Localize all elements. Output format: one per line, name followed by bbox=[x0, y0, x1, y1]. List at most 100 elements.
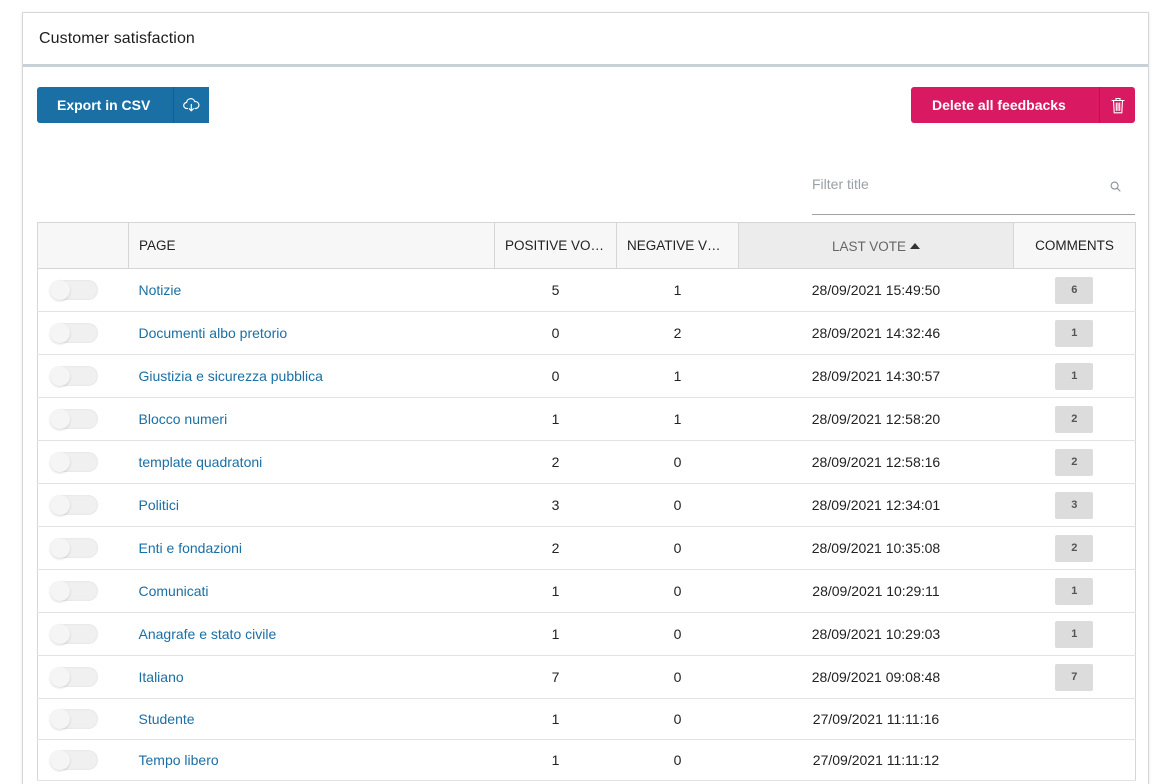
page-title: Customer satisfaction bbox=[39, 29, 195, 47]
page-link[interactable]: Studente bbox=[139, 711, 195, 727]
last-vote-cell: 27/09/2021 11:11:16 bbox=[738, 698, 1014, 740]
page-link[interactable]: Documenti albo pretorio bbox=[139, 325, 288, 341]
toggle-cell bbox=[37, 354, 129, 398]
comments-count-badge[interactable]: 7 bbox=[1055, 663, 1094, 691]
last-vote-cell: 28/09/2021 09:08:48 bbox=[738, 655, 1014, 699]
last-vote-cell: 28/09/2021 10:35:08 bbox=[738, 526, 1014, 570]
visibility-toggle[interactable] bbox=[50, 409, 99, 429]
negative-votes-cell: 1 bbox=[616, 268, 739, 312]
page-link[interactable]: Blocco numeri bbox=[139, 411, 228, 427]
comments-count-badge[interactable]: 1 bbox=[1055, 362, 1094, 390]
negative-votes-cell: 0 bbox=[616, 526, 739, 570]
toggle-knob bbox=[50, 538, 71, 558]
table-row: Enti e fondazioni 2 0 28/09/2021 10:35:08 2 bbox=[37, 526, 1136, 570]
last-vote-header-label: LAST VOTE bbox=[831, 239, 907, 254]
export-csv-button[interactable]: Export in CSV bbox=[37, 87, 209, 123]
negative-votes-cell: 1 bbox=[616, 354, 739, 398]
comments-count-badge[interactable]: 2 bbox=[1055, 534, 1094, 562]
search-icon bbox=[1110, 179, 1121, 197]
visibility-toggle[interactable] bbox=[50, 366, 99, 386]
column-header-negative-votes[interactable]: NEGATIVE VO... bbox=[616, 222, 739, 269]
visibility-toggle[interactable] bbox=[50, 452, 99, 472]
comments-cell: 2 bbox=[1013, 526, 1136, 570]
page-cell: Tempo libero bbox=[128, 739, 495, 781]
page-cell: Comunicati bbox=[128, 569, 495, 613]
comments-cell: 1 bbox=[1013, 612, 1136, 656]
comments-cell: 6 bbox=[1013, 268, 1136, 312]
toggle-knob bbox=[50, 709, 71, 729]
trash-icon bbox=[1099, 87, 1135, 123]
filter-title-input[interactable] bbox=[812, 175, 1102, 208]
visibility-toggle[interactable] bbox=[50, 624, 99, 644]
table-row: Blocco numeri 1 1 28/09/2021 12:58:20 2 bbox=[37, 397, 1136, 441]
comments-count-badge[interactable]: 1 bbox=[1055, 319, 1094, 347]
page-link[interactable]: Politici bbox=[139, 497, 179, 513]
page-cell: Anagrafe e stato civile bbox=[128, 612, 495, 656]
feedback-table: PAGE POSITIVE VOT... NEGATIVE VO... LAST… bbox=[37, 222, 1136, 781]
page-link[interactable]: Anagrafe e stato civile bbox=[139, 626, 277, 642]
toggle-cell bbox=[37, 268, 129, 312]
visibility-toggle[interactable] bbox=[50, 667, 99, 687]
page-link[interactable]: Enti e fondazioni bbox=[139, 540, 243, 556]
page-cell: Studente bbox=[128, 698, 495, 740]
negative-votes-cell: 0 bbox=[616, 440, 739, 484]
visibility-toggle[interactable] bbox=[50, 581, 99, 601]
page-link[interactable]: Italiano bbox=[139, 669, 184, 685]
page-link[interactable]: Tempo libero bbox=[139, 752, 219, 768]
column-header-page[interactable]: PAGE bbox=[128, 222, 495, 269]
toggle-cell bbox=[37, 311, 129, 355]
column-header-last-vote[interactable]: LAST VOTE bbox=[738, 222, 1014, 269]
visibility-toggle[interactable] bbox=[50, 709, 99, 729]
comments-cell: 1 bbox=[1013, 569, 1136, 613]
comments-cell: 1 bbox=[1013, 354, 1136, 398]
page-link[interactable]: Giustizia e sicurezza pubblica bbox=[139, 368, 323, 384]
table-row: Studente 1 0 27/09/2021 11:11:16 bbox=[37, 698, 1136, 740]
last-vote-cell: 28/09/2021 12:34:01 bbox=[738, 483, 1014, 527]
panel-header: Customer satisfaction bbox=[23, 13, 1148, 67]
visibility-toggle[interactable] bbox=[50, 750, 99, 770]
comments-cell: 2 bbox=[1013, 440, 1136, 484]
delete-all-feedbacks-button[interactable]: Delete all feedbacks bbox=[911, 87, 1135, 123]
filter-title-field bbox=[812, 169, 1135, 215]
customer-satisfaction-panel: Customer satisfaction Export in CSV Dele… bbox=[22, 12, 1149, 784]
page-link[interactable]: Notizie bbox=[139, 282, 182, 298]
comments-count-badge[interactable]: 1 bbox=[1055, 620, 1094, 648]
column-header-comments[interactable]: COMMENTS bbox=[1013, 222, 1136, 269]
positive-votes-cell: 1 bbox=[494, 739, 617, 781]
last-vote-cell: 28/09/2021 12:58:16 bbox=[738, 440, 1014, 484]
comments-cell: 3 bbox=[1013, 483, 1136, 527]
toggle-knob bbox=[50, 624, 71, 644]
comments-count-badge[interactable]: 2 bbox=[1055, 405, 1094, 433]
toggle-knob bbox=[50, 667, 71, 687]
toggle-cell bbox=[37, 655, 129, 699]
visibility-toggle[interactable] bbox=[50, 495, 99, 515]
table-row: Notizie 5 1 28/09/2021 15:49:50 6 bbox=[37, 268, 1136, 312]
visibility-toggle[interactable] bbox=[50, 280, 99, 300]
toggle-cell bbox=[37, 698, 129, 740]
table-row: template quadratoni 2 0 28/09/2021 12:58:16… bbox=[37, 440, 1136, 484]
visibility-toggle[interactable] bbox=[50, 323, 99, 343]
column-header-positive-votes[interactable]: POSITIVE VOT... bbox=[494, 222, 617, 269]
last-vote-cell: 28/09/2021 14:30:57 bbox=[738, 354, 1014, 398]
table-row: Comunicati 1 0 28/09/2021 10:29:11 1 bbox=[37, 569, 1136, 613]
page-cell: template quadratoni bbox=[128, 440, 495, 484]
last-vote-cell: 28/09/2021 14:32:46 bbox=[738, 311, 1014, 355]
table-row: Anagrafe e stato civile 1 0 28/09/2021 10:2… bbox=[37, 612, 1136, 656]
visibility-toggle[interactable] bbox=[50, 538, 99, 558]
page-link[interactable]: template quadratoni bbox=[139, 454, 263, 470]
page-link[interactable]: Comunicati bbox=[139, 583, 209, 599]
comments-cell bbox=[1013, 698, 1136, 740]
toggle-cell bbox=[37, 569, 129, 613]
negative-votes-cell: 0 bbox=[616, 569, 739, 613]
comments-count-badge[interactable]: 3 bbox=[1055, 491, 1094, 519]
toggle-cell bbox=[37, 612, 129, 656]
negative-votes-cell: 0 bbox=[616, 612, 739, 656]
toggle-knob bbox=[50, 452, 71, 472]
comments-count-badge[interactable]: 1 bbox=[1055, 577, 1094, 605]
comments-count-badge[interactable]: 2 bbox=[1055, 448, 1094, 476]
comments-count-badge[interactable]: 6 bbox=[1055, 276, 1094, 304]
positive-votes-cell: 5 bbox=[494, 268, 617, 312]
export-csv-label: Export in CSV bbox=[57, 97, 151, 113]
page-cell: Notizie bbox=[128, 268, 495, 312]
cloud-download-icon bbox=[173, 87, 209, 123]
